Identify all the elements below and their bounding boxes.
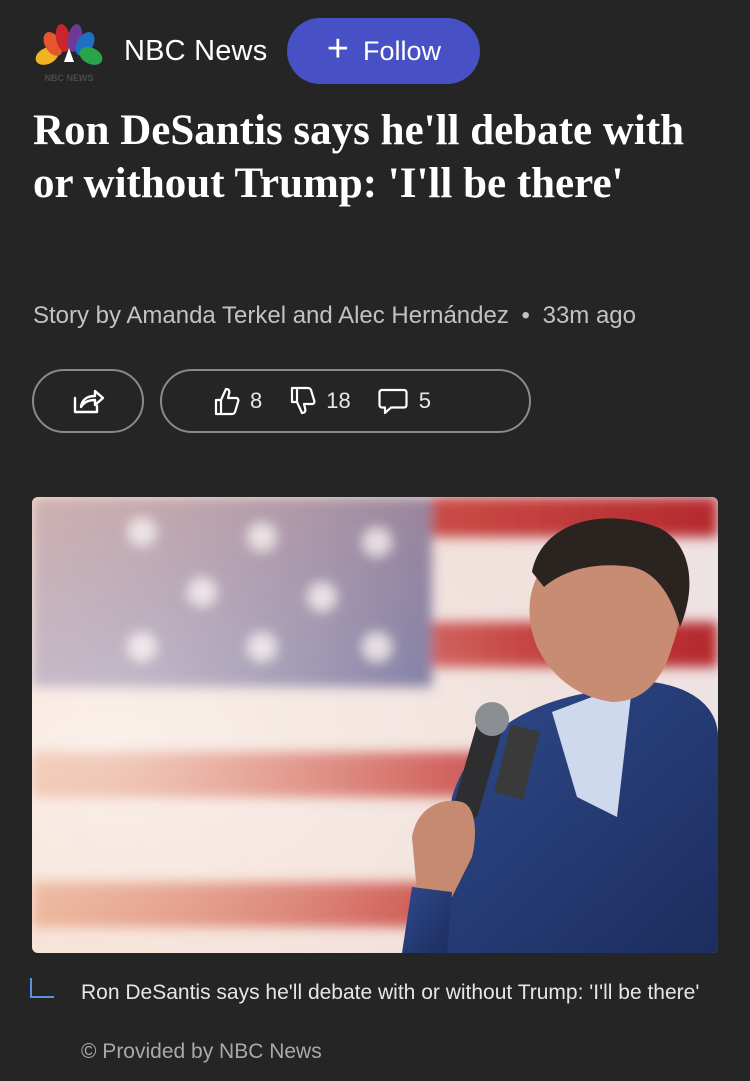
article-hero-image[interactable] — [32, 497, 718, 953]
image-caption: Ron DeSantis says he'll debate with or w… — [81, 981, 700, 1004]
reaction-bar: 8 18 5 — [160, 369, 531, 433]
plus-icon: + — [326, 28, 349, 70]
dislike-count: 18 — [326, 388, 351, 413]
dislike-button[interactable]: 18 — [288, 386, 351, 416]
nbc-peacock-logo[interactable]: NBC NEWS — [32, 18, 106, 84]
follow-button[interactable]: + Follow — [287, 18, 481, 84]
thumbs-down-icon — [291, 386, 316, 415]
caption-marker — [30, 978, 54, 998]
image-credit: © Provided by NBC News — [81, 1040, 322, 1063]
follow-label: Follow — [362, 35, 442, 66]
byline-separator: • — [521, 302, 530, 329]
byline-time: 33m ago — [542, 302, 636, 329]
logo-text: NBC NEWS — [45, 73, 94, 83]
article-header: NBC NEWS NBC News + Follow — [32, 18, 481, 84]
like-count: 8 — [250, 388, 263, 413]
article-actions: 8 18 5 — [32, 369, 531, 433]
peacock-icon: NBC NEWS — [35, 24, 103, 83]
article-byline: Story by Amanda Terkel and Alec Hernánde… — [33, 302, 636, 330]
desantis-photo — [32, 497, 718, 953]
thumbs-up-icon — [214, 387, 240, 416]
comment-count: 5 — [418, 388, 431, 413]
like-button[interactable]: 8 — [212, 386, 262, 416]
comment-button[interactable]: 5 — [377, 386, 431, 416]
article-headline: Ron DeSantis says he'll debate with or w… — [33, 107, 685, 207]
comment-icon — [378, 388, 408, 415]
publisher-name[interactable]: NBC News — [124, 35, 267, 68]
share-icon — [73, 389, 105, 414]
byline-authors: Story by Amanda Terkel and Alec Hernánde… — [33, 302, 509, 329]
share-button[interactable] — [32, 369, 144, 433]
